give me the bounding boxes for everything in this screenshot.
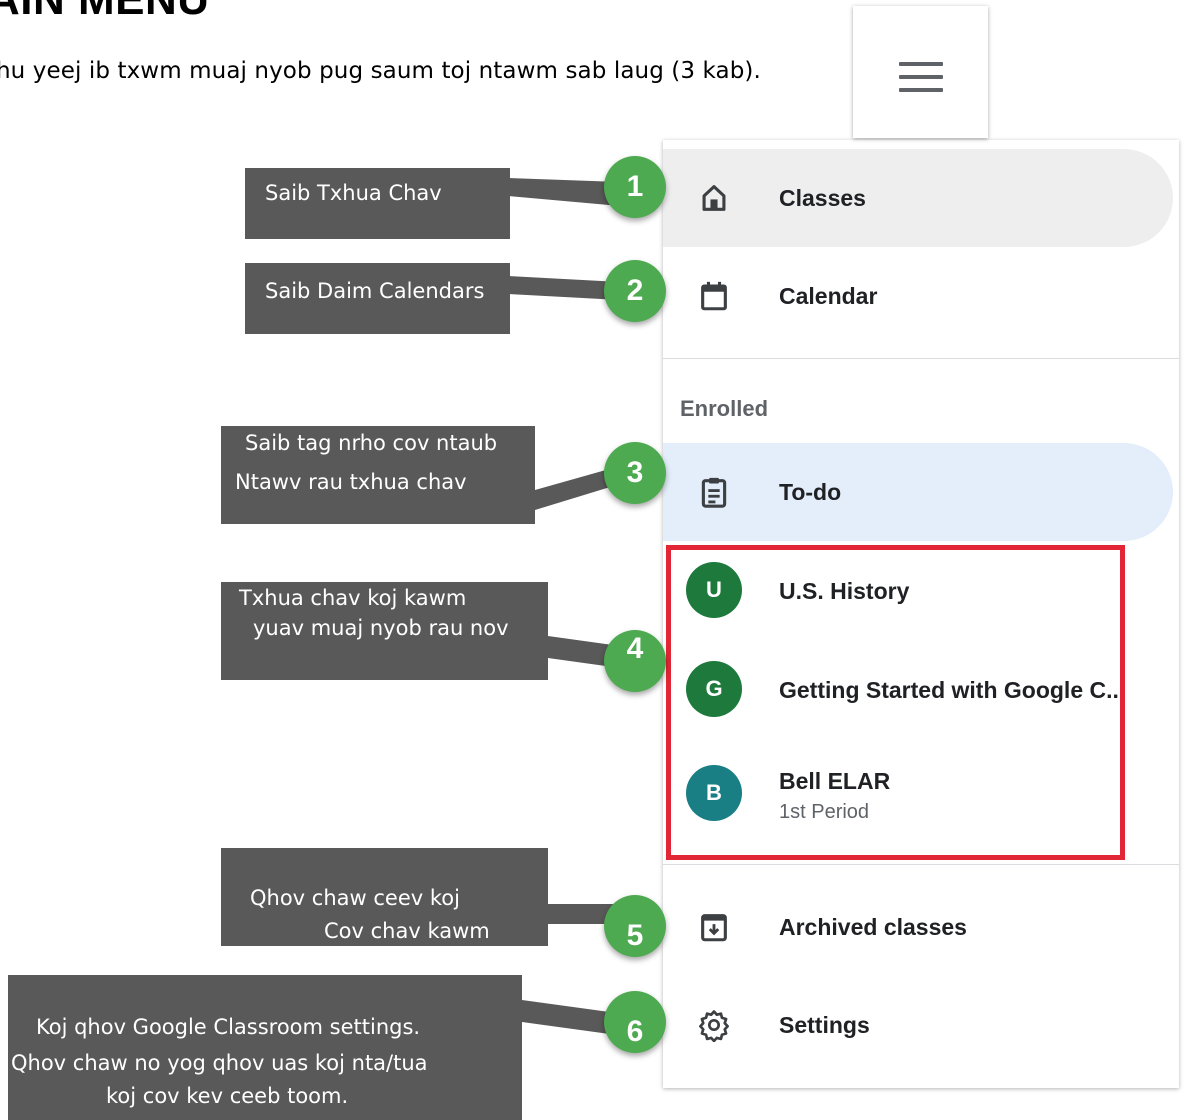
step-badge-1: 1 bbox=[604, 156, 666, 218]
step-badge-2: 2 bbox=[604, 260, 666, 322]
step-badge-4: 4 bbox=[604, 630, 666, 692]
step-badge-6: 6 bbox=[604, 991, 666, 1053]
callout-connectors bbox=[508, 178, 624, 1036]
step-badge-5: 5 bbox=[604, 895, 666, 957]
step-badge-3: 3 bbox=[604, 442, 666, 504]
